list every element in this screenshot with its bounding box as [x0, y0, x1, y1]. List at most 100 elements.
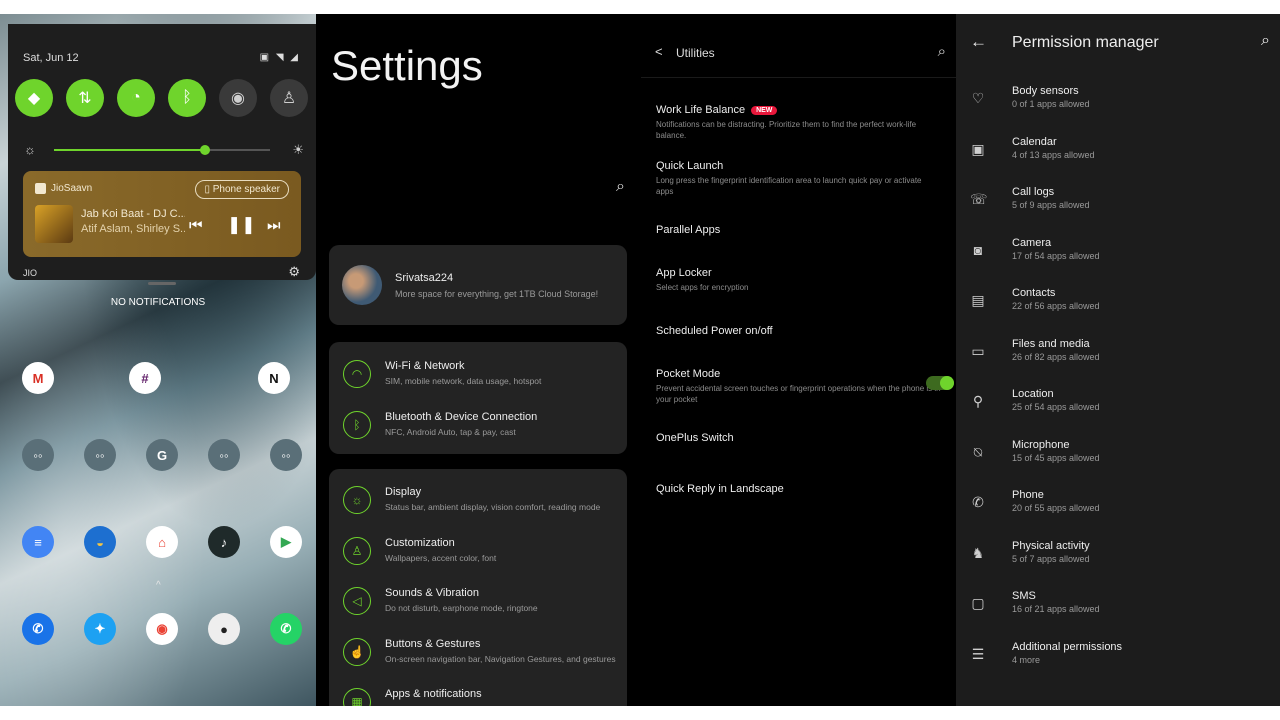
- notion-icon[interactable]: N: [258, 362, 290, 394]
- permission-item[interactable]: ☏ Call logs 5 of 9 apps allowed: [956, 183, 1280, 233]
- permission-name: Camera: [1012, 236, 1052, 249]
- utility-item[interactable]: Quick Launch Long press the fingerprint i…: [656, 160, 946, 197]
- utility-title-row: Quick Launch: [656, 160, 946, 172]
- brightness-slider[interactable]: ☼ ☀: [24, 142, 304, 158]
- permission-count: 4 more: [1012, 654, 1041, 665]
- permission-item[interactable]: ☰ Additional permissions 4 more: [956, 638, 1280, 688]
- media-folder-icon[interactable]: ◦◦: [208, 439, 240, 471]
- settings-row-wifi[interactable]: ◠ Wi-Fi & Network SIM, mobile network, dat…: [329, 348, 627, 398]
- settings-row-subtitle: SIM, mobile network, data usage, hotspot: [385, 376, 542, 386]
- customization-icon: ♙: [343, 536, 371, 565]
- settings-row-apps[interactable]: ▦ Apps & notifications: [329, 676, 627, 706]
- settings-row-sound[interactable]: ◁ Sounds & Vibration Do not disturb, earph…: [329, 575, 627, 625]
- utility-item[interactable]: Parallel Apps: [656, 224, 946, 236]
- song-title: Jab Koi Baat - DJ C...: [81, 208, 185, 220]
- list-icon: ☰: [971, 645, 985, 662]
- google-folder-icon[interactable]: G: [146, 439, 178, 471]
- permission-name: Microphone: [1012, 438, 1070, 451]
- back-icon[interactable]: <: [655, 44, 663, 59]
- settings-gear-icon[interactable]: ⚙: [288, 264, 300, 280]
- bluetooth-icon: ᛒ: [343, 410, 371, 439]
- twitter-icon[interactable]: ✦: [84, 613, 116, 645]
- date-text: Sat, Jun 12: [23, 52, 79, 64]
- permission-item[interactable]: ◙ Camera 17 of 54 apps allowed: [956, 234, 1280, 284]
- permission-name: Call logs: [1012, 186, 1055, 198]
- app-drawer-chevron-icon[interactable]: ^: [156, 580, 161, 591]
- brightness-knob[interactable]: [200, 145, 211, 155]
- phone-icon: ✆: [972, 494, 984, 510]
- settings-row-gestures[interactable]: ☝ Buttons & Gestures On-screen navigation …: [329, 626, 627, 676]
- jiosaavn-icon[interactable]: ♪: [208, 526, 240, 558]
- utilities-title: Utilities: [676, 46, 715, 60]
- chrome-icon[interactable]: ◉: [146, 613, 178, 645]
- brightness-track[interactable]: [54, 145, 270, 155]
- permission-item[interactable]: ⍉ Microphone 15 of 45 apps allowed: [956, 436, 1280, 486]
- settings-row-customization[interactable]: ♙ Customization Wallpapers, accent color, …: [329, 525, 627, 575]
- display-icon: ☼: [343, 486, 371, 514]
- search-icon[interactable]: ⌕: [1261, 32, 1270, 50]
- permission-item[interactable]: ▣ Calendar 4 of 13 apps allowed: [956, 133, 1280, 183]
- misc-folder-icon[interactable]: ◦◦: [270, 439, 302, 471]
- utility-item[interactable]: Quick Reply in Landscape: [656, 483, 946, 495]
- search-icon[interactable]: ⌕: [938, 43, 946, 60]
- settings-panel: Settings ⌕ Srivatsa224 More space for ev…: [316, 14, 641, 706]
- call-log-icon: ☏: [970, 191, 988, 207]
- tools-folder-icon[interactable]: ◦◦: [84, 439, 116, 471]
- camera-icon[interactable]: ●: [208, 613, 240, 645]
- shade-drag-handle[interactable]: [148, 282, 176, 285]
- docs-icon[interactable]: ≡: [22, 526, 54, 558]
- settings-row-title: Apps & notifications: [385, 688, 482, 700]
- search-icon[interactable]: ⌕: [616, 178, 625, 196]
- media-player-card[interactable]: JioSaavn ▯ Phone speaker Jab Koi Baat - …: [23, 171, 301, 257]
- utility-title: OnePlus Switch: [656, 432, 734, 444]
- gestures-icon: ☝: [343, 637, 371, 666]
- play-store-icon[interactable]: ▶: [270, 526, 302, 558]
- permission-name: Files and media: [1012, 337, 1090, 350]
- permission-item[interactable]: ♡ Body sensors 0 of 1 apps allowed: [956, 82, 1280, 132]
- permission-item[interactable]: ⚲ Location 25 of 54 apps allowed: [956, 385, 1280, 435]
- utility-title: Pocket Mode: [656, 368, 721, 380]
- gmail-icon[interactable]: M: [22, 362, 54, 394]
- permission-item[interactable]: ✆ Phone 20 of 55 apps allowed: [956, 486, 1280, 536]
- permission-item[interactable]: ▤ Contacts 22 of 56 apps allowed: [956, 284, 1280, 334]
- data-tile[interactable]: ⇅: [66, 79, 104, 117]
- google-home-icon[interactable]: ⌂: [146, 526, 178, 558]
- settings-row-title: Customization: [385, 536, 455, 549]
- social-folder-icon[interactable]: ◦◦: [22, 439, 54, 471]
- song-artist: Atif Aslam, Shirley S...: [81, 223, 185, 235]
- app-row: ✆ ✦ ◉ ● ✆: [22, 613, 302, 645]
- permission-item[interactable]: ♞ Physical activity 5 of 7 apps allowed: [956, 537, 1280, 587]
- permission-name: Additional permissions: [1012, 640, 1123, 653]
- sound-icon: ◁: [343, 587, 371, 615]
- weather-icon[interactable]: ◒: [84, 526, 116, 558]
- output-device-button[interactable]: ▯ Phone speaker: [195, 180, 289, 199]
- status-icons: ▣ ◥ ◢: [259, 52, 300, 63]
- utility-item[interactable]: Work Life Balance NEW Notifications can be…: [656, 104, 946, 141]
- heart-icon: ♡: [971, 90, 985, 106]
- utility-title: Quick Launch: [656, 160, 724, 172]
- back-arrow-icon[interactable]: ←: [970, 32, 987, 52]
- permission-item[interactable]: ▭ Files and media 26 of 82 apps allowed: [956, 335, 1280, 385]
- account-card[interactable]: Srivatsa224 More space for everything, g…: [329, 245, 627, 325]
- utility-item[interactable]: Pocket Mode Prevent accidental screen tou…: [656, 368, 946, 405]
- pocket-mode-toggle[interactable]: [926, 376, 954, 390]
- record-tile[interactable]: ◉: [219, 79, 257, 117]
- permission-item[interactable]: ▢ SMS 16 of 21 apps allowed: [956, 587, 1280, 637]
- flashlight-tile[interactable]: ♙: [270, 79, 308, 117]
- wifi-tile[interactable]: ◆: [15, 79, 53, 117]
- utility-subtitle: Long press the fingerprint identificatio…: [656, 176, 922, 196]
- bluetooth-tile[interactable]: ᛒ: [168, 79, 206, 117]
- settings-row-display[interactable]: ☼ Display Status bar, ambient display, vis…: [329, 474, 627, 524]
- utility-item[interactable]: App Locker Select apps for encryption: [656, 267, 946, 293]
- next-track-icon[interactable]: ⏭: [267, 217, 281, 234]
- utility-item[interactable]: Scheduled Power on/off: [656, 325, 946, 337]
- whatsapp-icon[interactable]: ✆: [270, 613, 302, 645]
- brightness-auto-icon[interactable]: ☀: [292, 142, 304, 158]
- slack-icon[interactable]: #: [129, 362, 161, 394]
- settings-row-bluetooth[interactable]: ᛒ Bluetooth & Device Connection NFC, Andro…: [329, 399, 627, 449]
- utility-item[interactable]: OnePlus Switch: [656, 432, 946, 444]
- phone-icon[interactable]: ✆: [22, 613, 54, 645]
- alarm-tile[interactable]: ◔: [117, 79, 155, 117]
- pause-icon[interactable]: ❚❚: [227, 215, 256, 235]
- previous-track-icon[interactable]: ⏮: [189, 217, 203, 234]
